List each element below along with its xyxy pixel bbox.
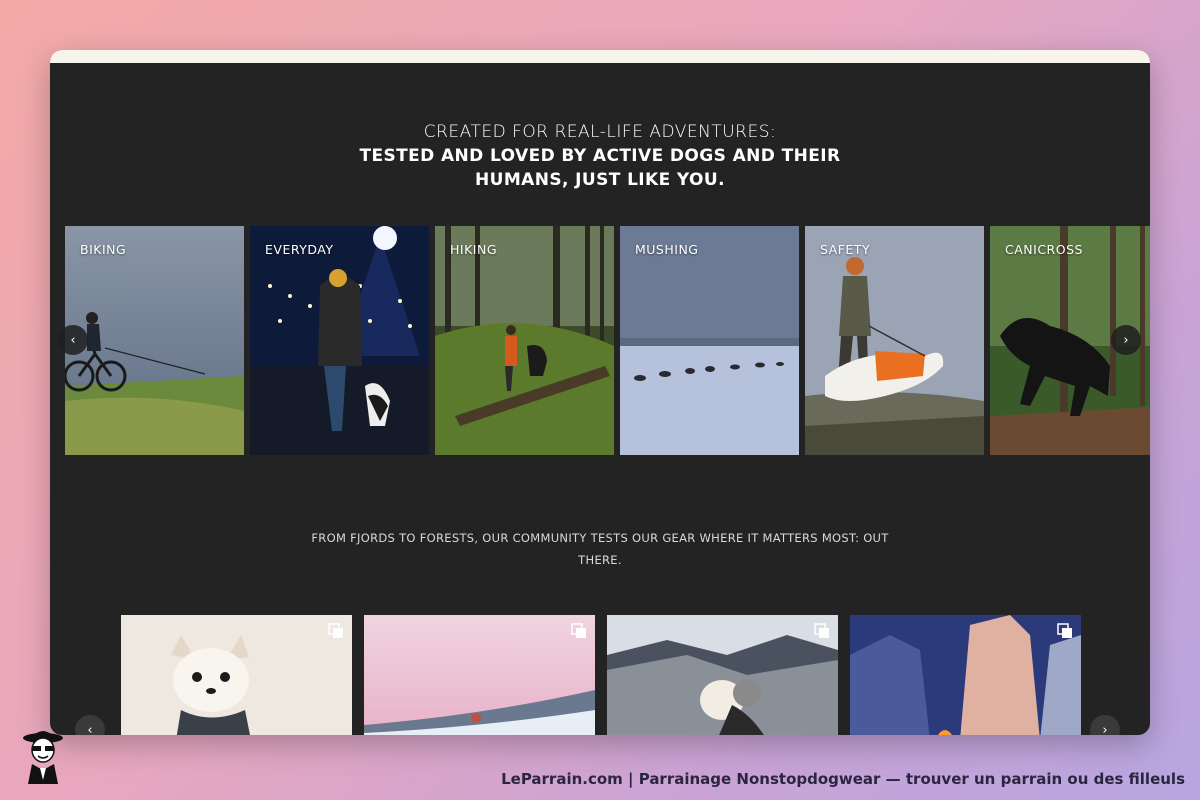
campfire-rocks-photo (850, 615, 1081, 735)
ugc-post-campfire-rocks[interactable] (850, 615, 1081, 735)
parrain-mascot-icon (23, 731, 63, 784)
chevron-left-icon: ‹ (87, 722, 93, 736)
ugc-post-snow-sunset[interactable] (364, 615, 595, 735)
category-label-hiking: HIKING (450, 242, 498, 257)
mushing-photo (620, 226, 799, 455)
community-gallery (121, 615, 1081, 735)
ugc-post-chihuahua[interactable] (121, 615, 352, 735)
biking-photo (65, 226, 244, 455)
gallery-next-button[interactable]: › (1090, 715, 1120, 735)
section-headline: CREATED FOR REAL-LIFE ADVENTURES: TESTED… (50, 120, 1150, 192)
page-top-strip (50, 50, 1150, 63)
category-card-biking[interactable]: BIKING (65, 226, 244, 455)
snow-sunset-photo (364, 615, 595, 735)
headline-line2: TESTED AND LOVED BY ACTIVE DOGS AND THEI… (359, 146, 841, 190)
category-label-safety: SAFETY (820, 242, 871, 257)
category-card-hiking[interactable]: HIKING (435, 226, 614, 455)
chihuahua-photo (121, 615, 352, 735)
chevron-right-icon: › (1102, 722, 1108, 736)
category-label-everyday: EVERYDAY (265, 242, 334, 257)
mountain-selfie-photo (607, 615, 838, 735)
category-card-everyday[interactable]: EVERYDAY (250, 226, 429, 455)
gallery-stack-icon (571, 623, 586, 638)
community-tagline: FROM FJORDS TO FORESTS, OUR COMMUNITY TE… (50, 527, 1150, 571)
gallery-stack-icon (1057, 623, 1072, 638)
category-carousel: BIKING EVERYDAY HIKING MUSHING SAFETY CA… (65, 226, 1150, 455)
gallery-stack-icon (814, 623, 829, 638)
headline-line1: CREATED FOR REAL-LIFE ADVENTURES: (423, 122, 777, 142)
footer-caption: LeParrain.com | Parrainage Nonstopdogwea… (501, 770, 1185, 788)
carousel-next-button[interactable]: › (1111, 325, 1141, 355)
category-card-safety[interactable]: SAFETY (805, 226, 984, 455)
category-label-mushing: MUSHING (635, 242, 699, 257)
chevron-left-icon: ‹ (70, 332, 76, 348)
category-card-mushing[interactable]: MUSHING (620, 226, 799, 455)
gallery-stack-icon (328, 623, 343, 638)
chevron-right-icon: › (1123, 332, 1129, 348)
everyday-photo (250, 226, 429, 455)
ugc-post-mountain-selfie[interactable] (607, 615, 838, 735)
hiking-photo (435, 226, 614, 455)
category-label-biking: BIKING (80, 242, 127, 257)
safety-photo (805, 226, 984, 455)
carousel-prev-button[interactable]: ‹ (58, 325, 88, 355)
browser-window: CREATED FOR REAL-LIFE ADVENTURES: TESTED… (50, 50, 1150, 735)
tagline-text: FROM FJORDS TO FORESTS, OUR COMMUNITY TE… (311, 531, 889, 567)
category-label-canicross: CANICROSS (1005, 242, 1083, 257)
gallery-prev-button[interactable]: ‹ (75, 715, 105, 735)
